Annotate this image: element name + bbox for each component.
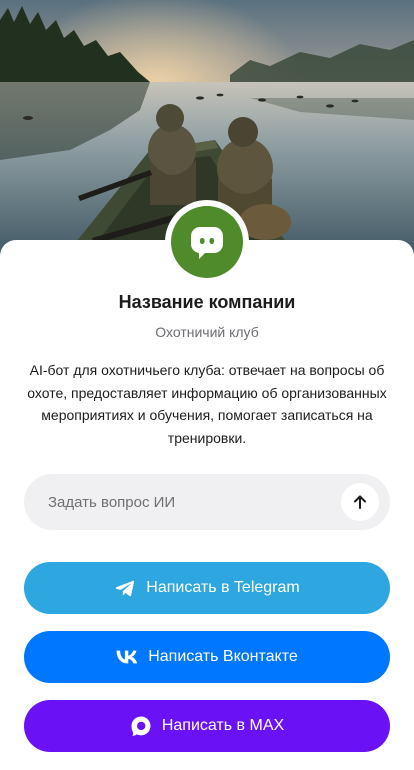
vk-button[interactable]: Написать Вконтакте <box>24 631 390 683</box>
company-description: AI-бот для охотничьего клуба: отвечает н… <box>27 362 387 446</box>
max-button[interactable]: Написать в MAX <box>24 700 390 752</box>
send-question-button[interactable] <box>341 483 379 521</box>
telegram-button-label: Написать в Telegram <box>146 579 300 596</box>
company-avatar <box>165 200 249 284</box>
max-icon <box>130 715 152 737</box>
max-button-label: Написать в MAX <box>161 717 285 734</box>
ai-question-input[interactable] <box>24 474 334 530</box>
telegram-button[interactable]: Написать в Telegram <box>24 562 390 614</box>
avatar-background <box>171 206 243 278</box>
telegram-icon <box>114 577 136 599</box>
ai-question-box <box>24 474 390 530</box>
chat-bot-icon <box>191 227 223 259</box>
vk-button-label: Написать Вконтакте <box>148 648 298 665</box>
bot-landing-page: Название компании Охотничий клуб AI-бот … <box>0 0 414 770</box>
company-type: Охотничий клуб <box>155 324 259 340</box>
arrow-up-icon <box>354 495 366 509</box>
vk-icon <box>116 646 138 668</box>
company-name: Название компании <box>118 292 296 312</box>
